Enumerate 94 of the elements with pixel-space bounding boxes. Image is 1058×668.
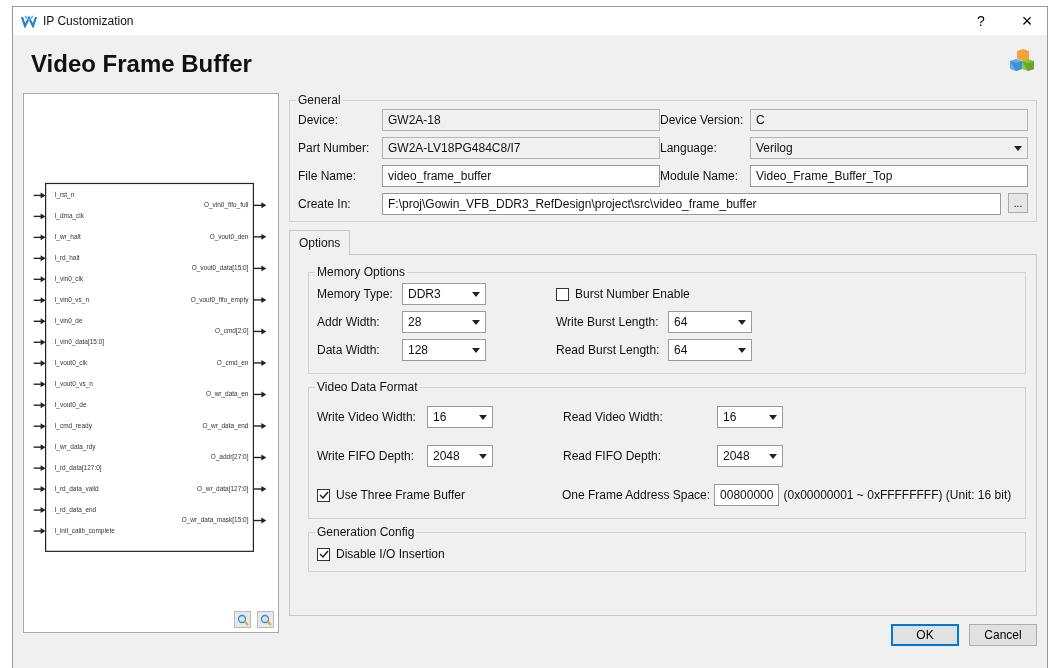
group-title: General xyxy=(297,93,342,107)
text-field[interactable]: video_frame_buffer xyxy=(382,165,660,187)
field-label: Device Version: xyxy=(660,113,745,127)
pin-arrow xyxy=(252,391,267,398)
field-label: Language: xyxy=(660,141,718,155)
pin-arrow xyxy=(33,339,46,346)
options-tab[interactable]: Options xyxy=(289,230,351,255)
field-label: Create In: xyxy=(298,197,352,211)
text-field[interactable]: Video_Frame_Buffer_Top xyxy=(750,165,1028,187)
pin-arrow xyxy=(252,486,267,492)
checkbox[interactable] xyxy=(317,488,330,502)
field-label: Write Video Width: xyxy=(317,410,417,424)
path-field[interactable]: F:\proj\Gowin_VFB_DDR3_RefDesign\project\src\video_frame_buffer xyxy=(382,193,1001,215)
pin-arrow xyxy=(252,233,267,240)
ok-button[interactable]: OK xyxy=(891,624,959,646)
field-label: Write FIFO Depth: xyxy=(317,449,416,463)
field-label: Part Number: xyxy=(298,141,371,155)
dropdown[interactable]: 28 xyxy=(402,311,486,333)
pin-arrow xyxy=(252,423,267,429)
caret-icon xyxy=(472,291,480,297)
pin-arrow xyxy=(252,454,267,461)
group-title: Generation Config xyxy=(316,525,416,539)
dropdown[interactable]: 2048 xyxy=(717,445,783,467)
address-field[interactable]: 00800000 xyxy=(714,484,780,506)
field-label: Write Burst Length: xyxy=(556,315,660,329)
help-button[interactable]: ? xyxy=(961,7,1001,35)
text-field[interactable]: GW2A-18 xyxy=(382,109,660,131)
checkbox[interactable] xyxy=(317,547,330,561)
checkbox[interactable] xyxy=(556,287,569,301)
caret-icon xyxy=(769,453,777,459)
field-label: One Frame Address Space: xyxy=(562,488,711,502)
caret-icon xyxy=(738,347,746,353)
pin-arrow xyxy=(33,318,46,325)
pin-arrow xyxy=(33,507,46,514)
pin-arrow xyxy=(33,486,46,493)
checkbox-label: Burst Number Enable xyxy=(575,287,690,301)
pin-arrow xyxy=(33,444,46,451)
pin-arrow xyxy=(252,517,267,524)
caret-icon xyxy=(769,414,777,420)
range-note: (0x00000001 ~ 0xFFFFFFFF) (Unit: 16 bit) xyxy=(783,488,1012,502)
pin-arrow xyxy=(33,423,46,430)
pin-arrow xyxy=(33,465,46,472)
field-label: Data Width: xyxy=(317,343,381,357)
dropdown[interactable]: 64 xyxy=(668,311,752,333)
dropdown[interactable]: 64 xyxy=(668,339,752,361)
window-title: IP Customization xyxy=(43,14,134,28)
pin-arrow xyxy=(33,297,46,304)
field-label: File Name: xyxy=(298,169,357,183)
cancel-button[interactable]: Cancel xyxy=(969,624,1037,646)
zoom-out-button[interactable] xyxy=(257,611,274,628)
dropdown[interactable]: 2048 xyxy=(427,445,493,467)
pin-arrow xyxy=(33,192,46,199)
zoom-in-button[interactable] xyxy=(234,611,251,628)
pin-arrow xyxy=(33,402,46,409)
pin-arrow xyxy=(33,276,46,283)
group-title: Memory Options xyxy=(316,265,407,279)
group-title: Video Data Format xyxy=(316,380,419,394)
field-label: Device: xyxy=(298,113,339,127)
pin-arrow xyxy=(252,328,267,335)
pin-arrow xyxy=(252,359,267,366)
field-label: Module Name: xyxy=(660,169,740,183)
checkbox-label: Use Three Frame Buffer xyxy=(336,488,465,502)
checkbox-label: Disable I/O Insertion xyxy=(336,547,445,561)
page-heading: Video Frame Buffer xyxy=(30,50,252,78)
dropdown[interactable]: 16 xyxy=(427,406,493,428)
pin-arrow xyxy=(33,234,46,241)
caret-icon xyxy=(738,319,746,325)
pin-arrow xyxy=(33,381,46,388)
close-button[interactable]: × xyxy=(1007,7,1047,35)
logo-icon xyxy=(21,14,37,28)
field-label: Addr Width: xyxy=(317,315,381,329)
pin-arrow xyxy=(252,296,267,303)
caret-icon xyxy=(479,453,487,459)
pin-arrow xyxy=(33,360,46,367)
pin-arrow xyxy=(252,202,267,209)
text-field[interactable]: GW2A-LV18PG484C8/I7 xyxy=(382,137,660,159)
caret-icon xyxy=(472,347,480,353)
caret-icon xyxy=(1014,145,1022,151)
language-dropdown[interactable]: Verilog xyxy=(750,137,1028,159)
browse-button[interactable]: ... xyxy=(1008,193,1028,213)
pin-arrow xyxy=(33,255,46,262)
pin-arrow xyxy=(252,265,267,272)
pin-arrow xyxy=(33,213,46,220)
field-label: Read Video Width: xyxy=(563,410,664,424)
caret-icon xyxy=(479,414,487,420)
field-label: Read FIFO Depth: xyxy=(563,449,663,463)
pin-arrow xyxy=(33,528,46,535)
field-label: Memory Type: xyxy=(317,287,394,301)
caret-icon xyxy=(472,319,480,325)
dropdown[interactable]: 16 xyxy=(717,406,783,428)
field-label: Read Burst Length: xyxy=(556,343,661,357)
text-field[interactable]: C xyxy=(750,109,1028,131)
dropdown[interactable]: 128 xyxy=(402,339,486,361)
dropdown[interactable]: DDR3 xyxy=(402,283,486,305)
